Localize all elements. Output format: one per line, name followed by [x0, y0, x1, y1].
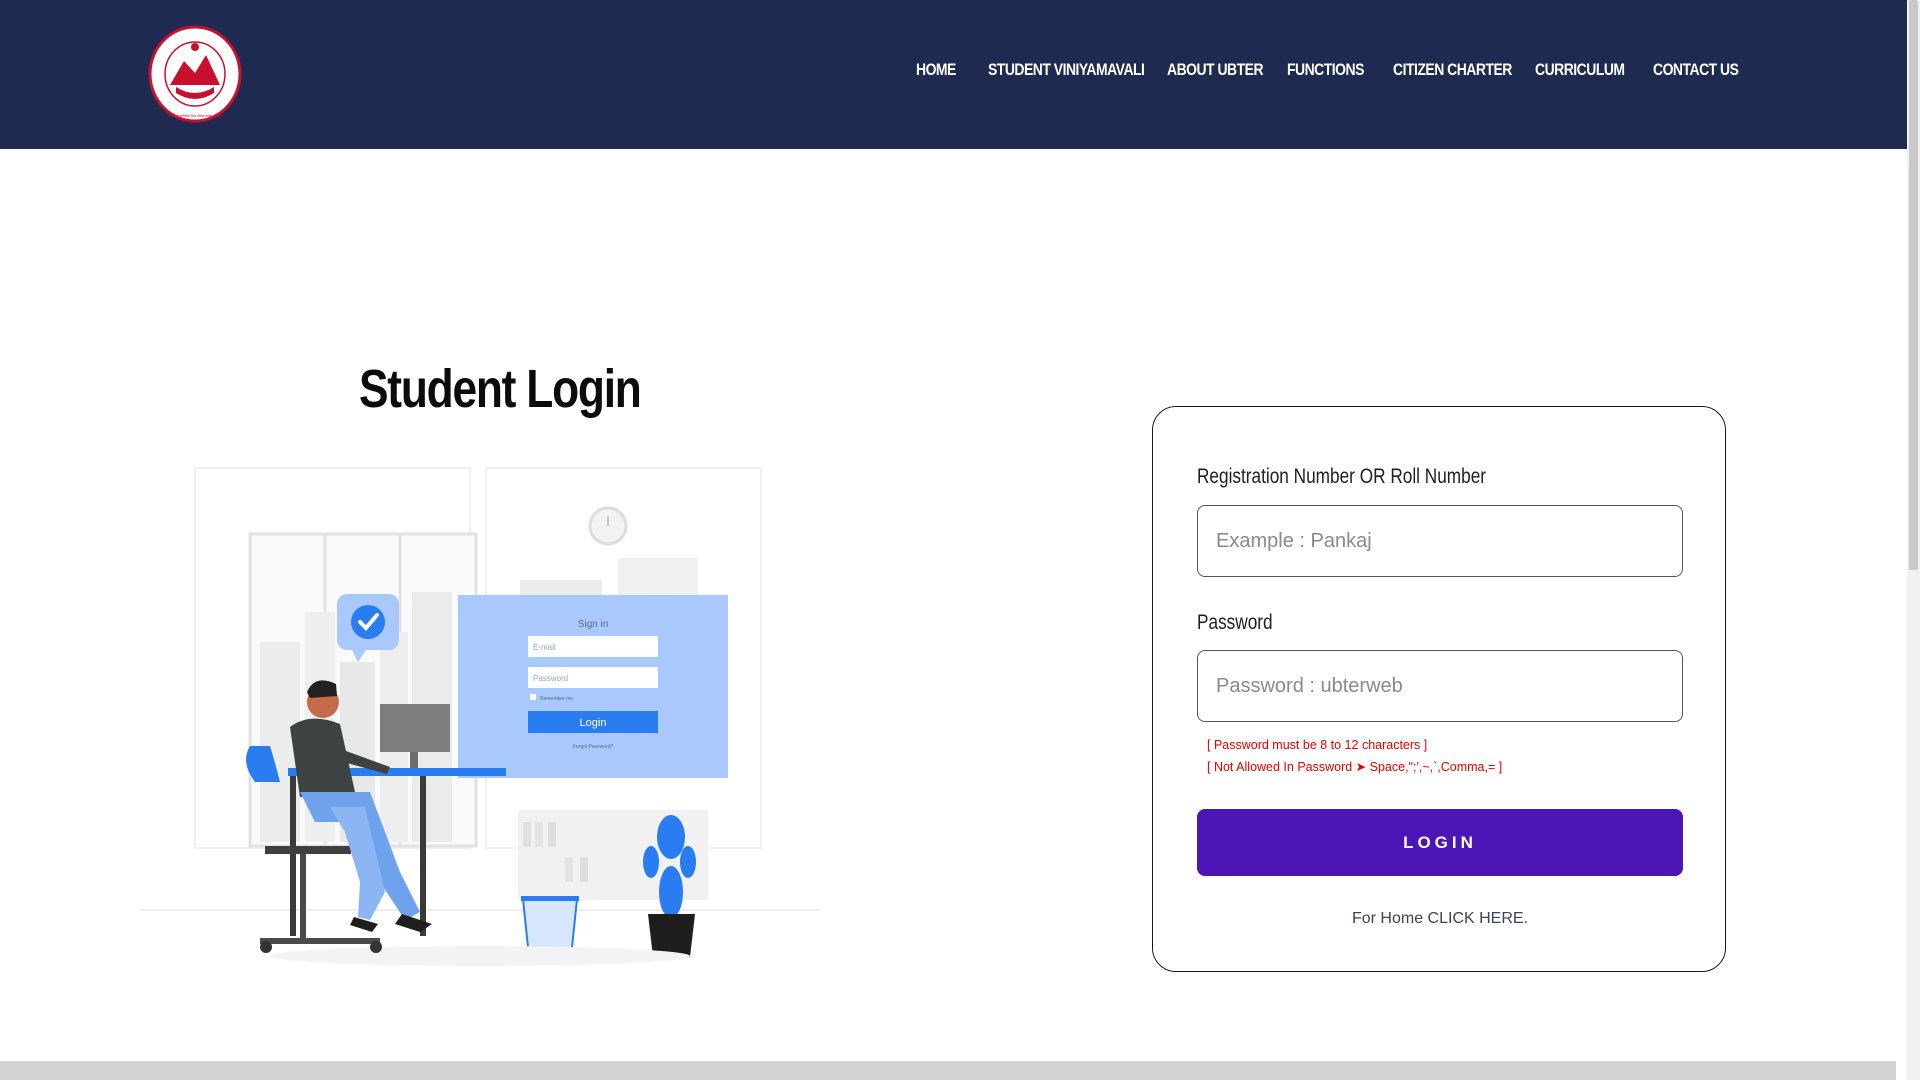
password-label: Password — [1197, 611, 1273, 634]
nav-curriculum[interactable]: CURRICULUM — [1535, 60, 1625, 80]
illustration-login-text: Login — [580, 717, 607, 729]
scrollbar-thumb[interactable] — [1909, 0, 1918, 570]
password-input[interactable] — [1197, 650, 1683, 722]
home-link[interactable]: For Home CLICK HERE. — [1153, 910, 1727, 928]
registration-number-label: Registration Number OR Roll Number — [1197, 465, 1487, 488]
password-length-note: [ Password must be 8 to 12 characters ] — [1207, 738, 1428, 752]
header-bar: उत्तराखण्ड प्राविधिक शिक्षा परिषद रुड़की… — [0, 0, 1907, 149]
nav-contact-us[interactable]: CONTACT US — [1653, 60, 1739, 80]
illustration-email-text: E-mail — [533, 643, 556, 652]
illustration-sign-in-text: Sign in — [578, 619, 609, 630]
nav-functions[interactable]: FUNCTIONS — [1287, 60, 1364, 80]
page-title: Student Login — [359, 359, 642, 420]
illustration-remember-text: Remember me — [540, 696, 573, 702]
nav-about-ubter[interactable]: ABOUT UBTER — [1167, 60, 1264, 80]
illustration-forgot-text: Forgot Password? — [573, 744, 614, 750]
login-button[interactable]: LOGIN — [1197, 809, 1683, 876]
horizontal-scrollbar[interactable] — [0, 1061, 1896, 1080]
nav-student-viniyamavali[interactable]: STUDENT VINIYAMAVALI — [988, 60, 1145, 80]
nav-citizen-charter[interactable]: CITIZEN CHARTER — [1393, 60, 1512, 80]
nav-home[interactable]: HOME — [916, 60, 956, 80]
login-form-card: Registration Number OR Roll Number Passw… — [1152, 406, 1726, 972]
logo-ring-text: उत्तराखण्ड प्राविधिक शिक्षा परिषद रुड़की… — [168, 114, 223, 118]
person-at-desk-login-illustration: Sign in E-mail Password Remember me Logi… — [140, 467, 820, 966]
illustration-password-text: Password — [533, 674, 568, 683]
ubter-logo[interactable]: उत्तराखण्ड प्राविधिक शिक्षा परिषद रुड़की… — [148, 25, 242, 123]
registration-number-input[interactable] — [1197, 505, 1683, 577]
password-chars-note: [ Not Allowed In Password ➤ Space,";',~,… — [1207, 760, 1503, 774]
vertical-scrollbar[interactable] — [1907, 0, 1920, 1080]
